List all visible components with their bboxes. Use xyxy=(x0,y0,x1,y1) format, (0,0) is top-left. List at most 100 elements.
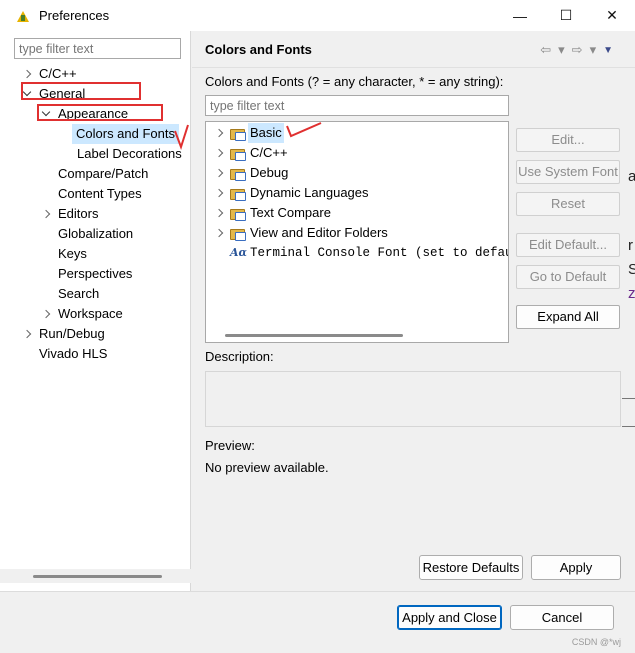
nav-item-label: Workspace xyxy=(58,306,123,321)
nav-item-colors-and-fonts[interactable]: Colors and Fonts xyxy=(72,124,179,144)
tree-row-label: Dynamic Languages xyxy=(250,185,369,200)
tree-row-label: Debug xyxy=(250,165,289,180)
nav-item-compare-patch[interactable]: Compare/Patch xyxy=(58,164,148,184)
nav-item-label: Vivado HLS xyxy=(39,346,108,361)
background-edge-text: a xyxy=(628,168,635,185)
background-edge-rule xyxy=(622,398,635,399)
nav-filter-input[interactable] xyxy=(14,38,181,59)
background-edge-rule xyxy=(622,426,635,427)
description-label: Description: xyxy=(205,349,274,364)
preview-label: Preview: xyxy=(205,438,255,453)
maximize-icon: ☐ xyxy=(559,7,573,23)
expand-arrow-icon[interactable] xyxy=(22,69,32,79)
edit-button[interactable]: Edit... xyxy=(516,128,620,152)
nav-item-keys[interactable]: Keys xyxy=(58,244,87,264)
nav-item-perspectives[interactable]: Perspectives xyxy=(58,264,132,284)
tree-row-label: Text Compare xyxy=(250,205,331,220)
cancel-button[interactable]: Cancel xyxy=(510,605,614,630)
tree-row-basic[interactable]: Basic xyxy=(206,123,508,143)
scrollbar-thumb[interactable] xyxy=(225,334,403,337)
expand-arrow-icon[interactable] xyxy=(214,188,224,198)
nav-item-label: Editors xyxy=(58,206,99,221)
minimize-button[interactable]: — xyxy=(497,0,543,31)
filter-hint-label: Colors and Fonts (? = any character, * =… xyxy=(205,74,504,89)
restore-defaults-button[interactable]: Restore Defaults xyxy=(419,555,523,580)
edit-default-button[interactable]: Edit Default... xyxy=(516,233,620,257)
expand-arrow-icon[interactable] xyxy=(214,168,224,178)
watermark: CSDN @*wj xyxy=(571,637,621,647)
expand-arrow-icon[interactable] xyxy=(214,128,224,138)
expand-arrow-icon[interactable] xyxy=(214,228,224,238)
folder-icon xyxy=(230,167,246,181)
colors-fonts-tree: Basic C/C++ Debug Dynamic Languages Text… xyxy=(205,121,509,343)
annotation-check-icon xyxy=(174,124,189,151)
nav-item-content-types[interactable]: Content Types xyxy=(58,184,142,204)
reset-button[interactable]: Reset xyxy=(516,192,620,216)
go-to-default-button[interactable]: Go to Default xyxy=(516,265,620,289)
nav-item-label: Compare/Patch xyxy=(58,166,149,181)
font-icon: Aα xyxy=(230,246,247,259)
preferences-nav-pane: C/C++ General Appearance Colors and Font… xyxy=(0,31,191,591)
annotation-box-appearance xyxy=(37,104,163,121)
nav-item-run-debug[interactable]: Run/Debug xyxy=(22,324,105,344)
nav-item-label: Perspectives xyxy=(58,266,133,281)
folder-icon xyxy=(230,127,246,141)
maximize-button[interactable]: ☐ xyxy=(543,0,589,31)
back-history-dropdown-icon[interactable]: ▾ xyxy=(558,42,565,58)
page-navigation: ⇦ ▾ ⇨ ▾ ▼ xyxy=(540,42,613,58)
expand-arrow-icon[interactable] xyxy=(41,309,51,319)
eclipse-app-icon xyxy=(16,9,30,23)
nav-item-search[interactable]: Search xyxy=(58,284,99,304)
window-controls: — ☐ ✕ xyxy=(497,0,635,31)
background-edge-text: S xyxy=(628,261,635,278)
expand-all-button[interactable]: Expand All xyxy=(516,305,620,329)
folder-icon xyxy=(230,187,246,201)
tree-row-label: View and Editor Folders xyxy=(250,225,388,240)
view-menu-icon[interactable]: ▼ xyxy=(603,45,613,56)
folder-icon xyxy=(230,207,246,221)
nav-item-editors[interactable]: Editors xyxy=(41,204,98,224)
tree-row-label: Basic xyxy=(248,123,284,143)
nav-item-label: Colors and Fonts xyxy=(76,126,175,141)
annotation-box-general xyxy=(21,82,141,100)
nav-item-label: C/C++ xyxy=(39,66,77,81)
background-edge-text: z xyxy=(628,285,635,302)
nav-item-label-decorations[interactable]: Label Decorations xyxy=(77,144,182,164)
annotation-check-icon xyxy=(286,122,322,138)
nav-item-vivado-hls[interactable]: Vivado HLS xyxy=(39,344,107,364)
nav-item-label: Globalization xyxy=(58,226,134,241)
folder-icon xyxy=(230,227,246,241)
tree-horizontal-scrollbar[interactable] xyxy=(206,328,508,342)
expand-arrow-icon[interactable] xyxy=(214,208,224,218)
dialog-footer: Apply and Close Cancel CSDN @*wj xyxy=(0,591,635,653)
forward-history-dropdown-icon[interactable]: ▾ xyxy=(590,42,597,58)
back-arrow-icon[interactable]: ⇦ xyxy=(540,42,551,58)
nav-horizontal-scrollbar[interactable] xyxy=(0,569,191,583)
background-edge-text: r xyxy=(628,237,633,254)
nav-item-label: Run/Debug xyxy=(39,326,105,341)
page-header: Colors and Fonts ⇦ ▾ ⇨ ▾ ▼ xyxy=(192,31,635,68)
apply-and-close-button[interactable]: Apply and Close xyxy=(397,605,502,630)
forward-arrow-icon[interactable]: ⇨ xyxy=(572,42,583,58)
use-system-font-button[interactable]: Use System Font xyxy=(516,160,620,184)
tree-row-label: Terminal Console Font (set to default xyxy=(250,246,509,260)
nav-item-label: Content Types xyxy=(58,186,142,201)
nav-item-workspace[interactable]: Workspace xyxy=(41,304,123,324)
scrollbar-thumb[interactable] xyxy=(33,575,162,578)
folder-icon xyxy=(230,147,246,161)
tree-row-label: C/C++ xyxy=(250,145,288,160)
nav-item-cpp[interactable]: C/C++ xyxy=(22,64,77,84)
nav-item-label: Keys xyxy=(58,246,87,261)
expand-arrow-icon[interactable] xyxy=(22,329,32,339)
close-button[interactable]: ✕ xyxy=(589,0,635,31)
nav-item-label: Search xyxy=(58,286,100,301)
description-box xyxy=(205,371,621,427)
tree-row-terminal-console-font[interactable]: Aα Terminal Console Font (set to default xyxy=(206,243,508,263)
title-bar: Preferences — ☐ ✕ xyxy=(0,0,635,31)
expand-arrow-icon[interactable] xyxy=(214,148,224,158)
apply-button[interactable]: Apply xyxy=(531,555,621,580)
preview-text: No preview available. xyxy=(205,460,329,475)
expand-arrow-icon[interactable] xyxy=(41,209,51,219)
nav-item-globalization[interactable]: Globalization xyxy=(58,224,133,244)
colors-fonts-filter-input[interactable] xyxy=(205,95,509,116)
